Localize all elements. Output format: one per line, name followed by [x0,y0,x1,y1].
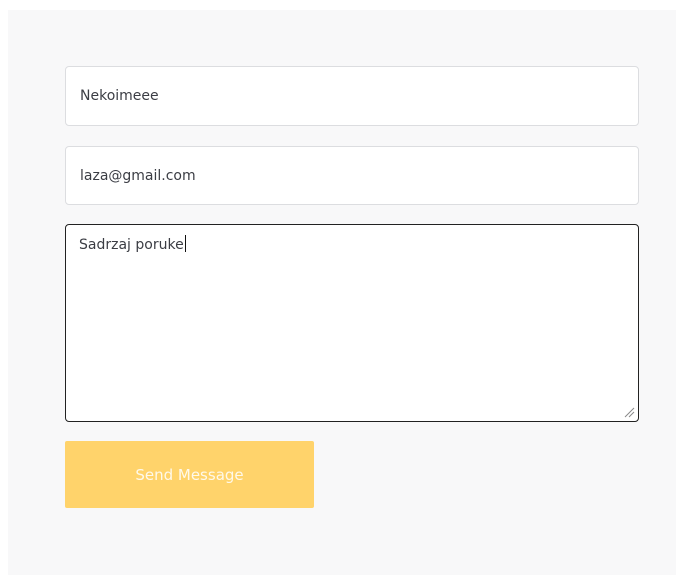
resize-handle-icon[interactable] [623,406,635,418]
send-message-button[interactable]: Send Message [65,441,314,508]
message-textarea[interactable]: Sadrzaj poruke [65,224,639,422]
email-field[interactable]: laza@gmail.com [65,146,639,205]
name-field-value: Nekoimeee [80,88,159,104]
email-field-value: laza@gmail.com [80,167,196,184]
message-textarea-value: Sadrzaj poruke [79,237,184,253]
text-caret [184,235,186,252]
name-field[interactable]: Nekoimeee [65,66,639,126]
